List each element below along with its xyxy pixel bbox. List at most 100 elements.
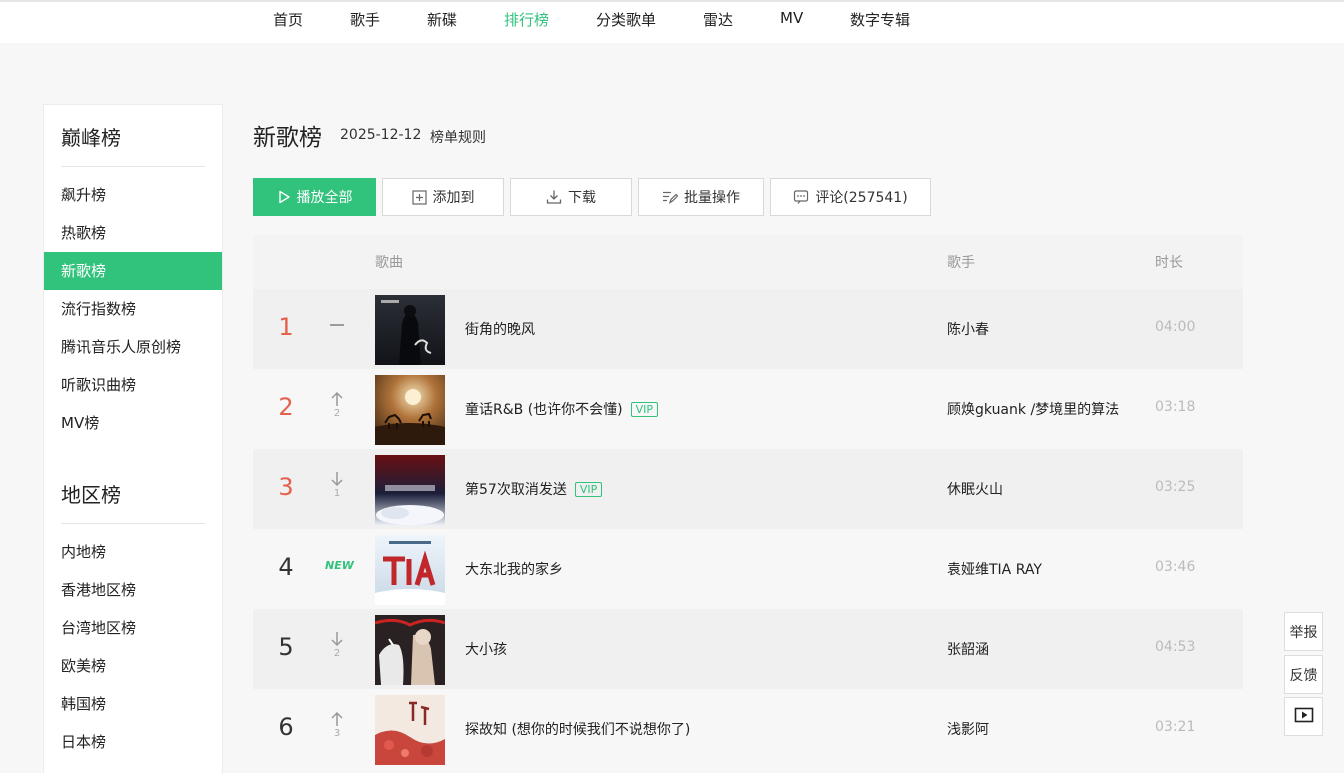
song-name[interactable]: 探故知 (想你的时候我们不说想你了) bbox=[465, 719, 690, 739]
song-name[interactable]: 大小孩 bbox=[465, 639, 507, 659]
comment-icon bbox=[793, 189, 809, 205]
table-row[interactable]: 1 街角的晚风 陈小春 04:00 bbox=[253, 289, 1243, 369]
song-name[interactable]: 大东北我的家乡 bbox=[465, 559, 563, 579]
video-player-button[interactable] bbox=[1284, 697, 1323, 736]
song-duration: 03:18 bbox=[1155, 399, 1196, 415]
play-all-label: 播放全部 bbox=[296, 190, 353, 206]
table-row[interactable]: 2 2 童话R&B (也许你不会懂) VIP 顾焕gkuank /梦境里的算法 … bbox=[253, 369, 1243, 449]
song-duration: 03:46 bbox=[1155, 559, 1196, 575]
singer-name[interactable]: 顾焕gkuank /梦境里的算法 bbox=[947, 399, 1119, 419]
trend-change: 2 bbox=[333, 648, 341, 659]
sidebar-divider bbox=[61, 166, 205, 167]
sidebar-item-taiwan[interactable]: 台湾地区榜 bbox=[44, 609, 222, 647]
chart-date: 2025-12-12 bbox=[340, 127, 422, 143]
sidebar-group-title: 巅峰榜 bbox=[61, 126, 121, 150]
song-duration: 04:00 bbox=[1155, 319, 1196, 335]
column-header-song: 歌曲 bbox=[375, 255, 403, 271]
singer-name[interactable]: 休眠火山 bbox=[947, 479, 1003, 499]
add-to-label: 添加到 bbox=[432, 190, 475, 206]
main-nav: 首页 歌手 新碟 排行榜 分类歌单 雷达 MV 数字专辑 bbox=[0, 2, 1344, 43]
sidebar-item-new[interactable]: 新歌榜 bbox=[44, 252, 222, 290]
song-duration: 03:21 bbox=[1155, 719, 1196, 735]
album-cover[interactable] bbox=[375, 535, 445, 605]
play-icon bbox=[277, 190, 291, 204]
song-duration: 03:25 bbox=[1155, 479, 1196, 495]
sidebar-item-mainland[interactable]: 内地榜 bbox=[44, 533, 222, 571]
comment-label: 评论(257541) bbox=[815, 190, 908, 206]
sidebar-group-title: 地区榜 bbox=[61, 483, 121, 507]
nav-item-charts[interactable]: 排行榜 bbox=[504, 9, 549, 30]
sidebar-item-mv[interactable]: MV榜 bbox=[44, 404, 222, 442]
sidebar-item-western[interactable]: 欧美榜 bbox=[44, 647, 222, 685]
trend-change: 2 bbox=[333, 408, 341, 419]
song-title[interactable]: 探故知 (想你的时候我们不说想你了) bbox=[465, 719, 690, 739]
singer-name[interactable]: 陈小春 bbox=[947, 319, 989, 339]
plus-box-icon bbox=[411, 189, 427, 205]
sidebar-item-korea[interactable]: 韩国榜 bbox=[44, 685, 222, 723]
batch-operation-button[interactable]: 批量操作 bbox=[638, 178, 764, 216]
trend-down-icon: 1 bbox=[325, 471, 349, 499]
trend-change: 3 bbox=[333, 728, 341, 739]
download-icon bbox=[546, 189, 562, 205]
nav-item-singers[interactable]: 歌手 bbox=[350, 9, 380, 30]
album-cover[interactable] bbox=[375, 375, 445, 445]
album-cover[interactable] bbox=[375, 455, 445, 525]
song-title[interactable]: 童话R&B (也许你不会懂) VIP bbox=[465, 399, 659, 419]
rank-number: 6 bbox=[278, 713, 294, 741]
sidebar-item-hot[interactable]: 热歌榜 bbox=[44, 214, 222, 252]
trend-change: 1 bbox=[333, 488, 341, 499]
song-title[interactable]: 大东北我的家乡 bbox=[465, 559, 563, 579]
song-table: 歌曲 歌手 时长 1 街角的晚风 陈小春 04:00 2 2 童话R&B (也许… bbox=[253, 235, 1243, 769]
chart-rules-link[interactable]: 榜单规则 bbox=[430, 127, 486, 147]
table-row[interactable]: 5 2 大小孩 张韶涵 04:53 bbox=[253, 609, 1243, 689]
column-header-duration: 时长 bbox=[1155, 255, 1183, 271]
chart-sidebar: 巅峰榜 飙升榜 热歌榜 新歌榜 流行指数榜 腾讯音乐人原创榜 听歌识曲榜 MV榜… bbox=[43, 104, 223, 773]
singer-name[interactable]: 浅影阿 bbox=[947, 719, 989, 739]
sidebar-item-japan[interactable]: 日本榜 bbox=[44, 723, 222, 761]
table-row[interactable]: 3 1 第57次取消发送 VIP 休眠火山 03:25 bbox=[253, 449, 1243, 529]
nav-item-digital-albums[interactable]: 数字专辑 bbox=[850, 9, 910, 30]
song-title[interactable]: 街角的晚风 bbox=[465, 319, 535, 339]
nav-item-new-albums[interactable]: 新碟 bbox=[427, 9, 457, 30]
sidebar-item-song-recognition[interactable]: 听歌识曲榜 bbox=[44, 366, 222, 404]
album-cover[interactable] bbox=[375, 295, 445, 365]
trend-new-badge: NEW bbox=[325, 559, 354, 572]
vip-badge: VIP bbox=[574, 481, 603, 497]
rank-number: 1 bbox=[278, 313, 294, 341]
trend-up-icon: 2 bbox=[325, 391, 349, 419]
page-title: 新歌榜 bbox=[253, 125, 322, 151]
rank-number: 5 bbox=[278, 633, 294, 661]
sidebar-item-soaring[interactable]: 飙升榜 bbox=[44, 176, 222, 214]
play-all-button[interactable]: 播放全部 bbox=[253, 178, 376, 216]
download-button[interactable]: 下载 bbox=[510, 178, 632, 216]
trend-flat-icon bbox=[325, 319, 349, 330]
song-name[interactable]: 童话R&B (也许你不会懂) bbox=[465, 399, 623, 419]
download-label: 下载 bbox=[568, 190, 596, 206]
song-duration: 04:53 bbox=[1155, 639, 1196, 655]
sidebar-item-hongkong[interactable]: 香港地区榜 bbox=[44, 571, 222, 609]
sidebar-item-pop-index[interactable]: 流行指数榜 bbox=[44, 290, 222, 328]
table-row[interactable]: 6 3 探故知 (想你的时候我们不说想你了) 浅影阿 03:21 bbox=[253, 689, 1243, 769]
nav-item-playlists[interactable]: 分类歌单 bbox=[596, 9, 656, 30]
song-title[interactable]: 第57次取消发送 VIP bbox=[465, 479, 603, 499]
album-cover[interactable] bbox=[374, 615, 446, 685]
rank-number: 2 bbox=[278, 393, 294, 421]
column-header-singer: 歌手 bbox=[947, 255, 975, 271]
song-name[interactable]: 第57次取消发送 bbox=[465, 479, 567, 499]
nav-item-home[interactable]: 首页 bbox=[273, 9, 303, 30]
singer-name[interactable]: 袁娅维TIA RAY bbox=[947, 559, 1042, 579]
song-name[interactable]: 街角的晚风 bbox=[465, 319, 535, 339]
song-title[interactable]: 大小孩 bbox=[465, 639, 507, 659]
table-row[interactable]: 4 NEW 大东北我的家乡 袁娅维TIA RAY 03:46 bbox=[253, 529, 1243, 609]
add-to-button[interactable]: 添加到 bbox=[382, 178, 504, 216]
album-cover[interactable] bbox=[375, 695, 445, 765]
singer-name[interactable]: 张韶涵 bbox=[947, 639, 989, 659]
report-button[interactable]: 举报 bbox=[1284, 612, 1323, 651]
top-bar: 首页 歌手 新碟 排行榜 分类歌单 雷达 MV 数字专辑 bbox=[0, 0, 1344, 43]
sidebar-item-original[interactable]: 腾讯音乐人原创榜 bbox=[44, 328, 222, 366]
table-header: 歌曲 歌手 时长 bbox=[253, 235, 1243, 289]
comment-button[interactable]: 评论(257541) bbox=[770, 178, 931, 216]
nav-item-radar[interactable]: 雷达 bbox=[703, 9, 733, 30]
nav-item-mv[interactable]: MV bbox=[780, 9, 803, 27]
feedback-button[interactable]: 反馈 bbox=[1284, 655, 1323, 694]
